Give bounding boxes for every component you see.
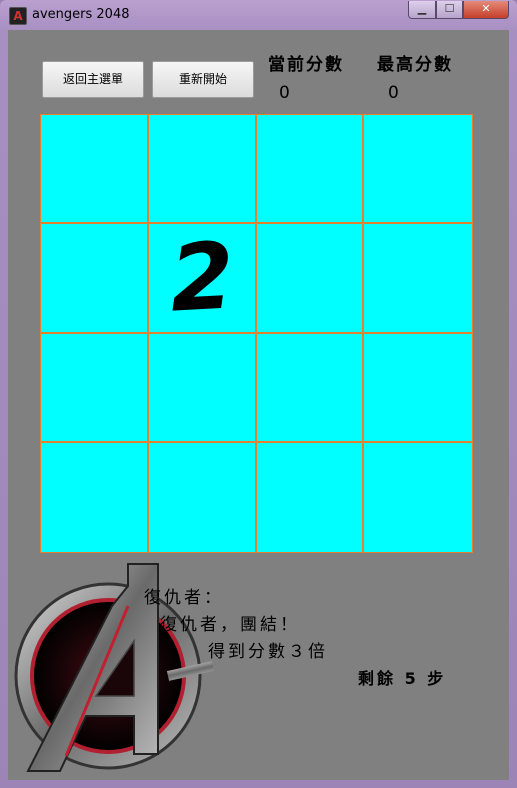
board-cell [148, 115, 257, 225]
board-cell [148, 333, 257, 443]
board-cell [41, 115, 149, 225]
game-board[interactable]: 2 [40, 114, 473, 553]
best-score-label: 最高分數 [377, 55, 453, 75]
close-button[interactable]: ✕ [463, 1, 509, 19]
board-cell: 2 [148, 222, 257, 334]
title-bar[interactable]: A avengers 2048 ▁ ☐ ✕ [0, 0, 517, 30]
current-score-label: 當前分數 [268, 55, 344, 75]
best-score-value: 0 [388, 83, 399, 103]
board-cell [256, 115, 365, 225]
window-frame: A avengers 2048 ▁ ☐ ✕ 返回主選單 重新開始 當前分數 0 … [0, 0, 517, 788]
board-cell [364, 224, 472, 334]
game-client-area: 返回主選單 重新開始 當前分數 0 最高分數 0 2 復仇者： 復仇者，團結！ … [8, 30, 509, 780]
board-cell [41, 224, 149, 334]
board-cell [257, 442, 365, 552]
bonus-text: 得到分數３倍 [208, 642, 328, 662]
board-cell [41, 442, 149, 552]
remaining-steps: 剩餘 5 步 [358, 669, 447, 688]
window-title: avengers 2048 [32, 7, 130, 22]
message-speaker: 復仇者： [144, 588, 224, 608]
board-cell [364, 334, 472, 443]
board-cell [149, 442, 257, 552]
app-icon: A [9, 7, 27, 25]
board-cell [41, 333, 149, 443]
avengers-logo-icon [14, 563, 215, 772]
maximize-button[interactable]: ☐ [436, 1, 463, 19]
restart-button[interactable]: 重新開始 [152, 61, 254, 98]
board-cell [256, 333, 365, 443]
current-score-value: 0 [279, 83, 290, 103]
board-cell [364, 115, 472, 225]
tile-value: 2 [166, 222, 237, 333]
board-cell [364, 443, 472, 552]
board-cell [256, 224, 365, 334]
message-line: 復仇者，團結！ [160, 615, 300, 635]
minimize-button[interactable]: ▁ [408, 1, 436, 19]
back-to-menu-button[interactable]: 返回主選單 [42, 61, 144, 98]
